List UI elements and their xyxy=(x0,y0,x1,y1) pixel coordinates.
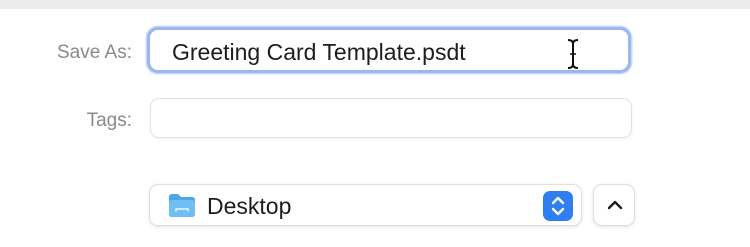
location-popup-button[interactable]: Desktop xyxy=(149,184,582,226)
location-label: Desktop xyxy=(207,193,292,219)
tags-field[interactable] xyxy=(150,98,632,138)
dialog-top-edge xyxy=(0,0,750,9)
file-name-value[interactable]: Greeting Card Template.psdt xyxy=(172,39,466,66)
tags-label: Tags: xyxy=(86,110,132,131)
popup-stepper-icon[interactable] xyxy=(543,191,573,221)
chevron-up-icon xyxy=(607,200,623,210)
file-name-field[interactable]: Greeting Card Template.psdt xyxy=(147,27,631,73)
expand-collapse-button[interactable] xyxy=(593,184,635,226)
text-cursor-icon xyxy=(567,39,579,69)
save-as-label: Save As: xyxy=(57,42,132,63)
up-down-chevron-icon xyxy=(551,196,565,216)
folder-icon xyxy=(169,194,195,217)
